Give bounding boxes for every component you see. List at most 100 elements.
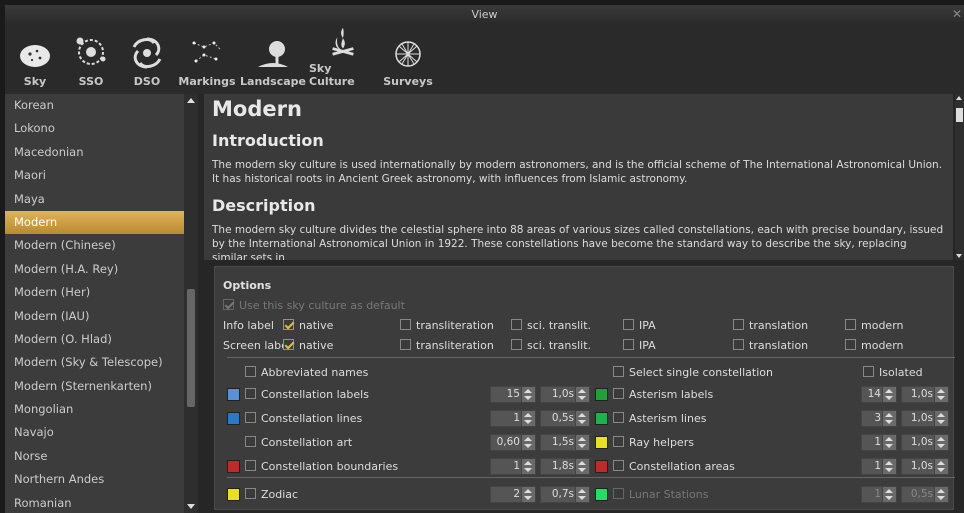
spin-down-icon[interactable] [524,420,532,424]
screen-label-modern-checkbox[interactable]: modern [845,337,904,355]
list-scrollbar[interactable] [184,94,198,513]
value-spinbox[interactable]: 0,60 [490,434,536,451]
checkbox[interactable] [623,339,634,350]
list-item[interactable]: Modern (Sky & Telescope) [5,351,184,374]
fade-spinbox[interactable]: 1,0s [901,434,949,451]
color-swatch[interactable] [227,388,240,401]
spin-up-icon[interactable] [885,413,893,417]
checkbox[interactable] [245,412,256,423]
color-swatch[interactable] [595,388,608,401]
use-default-checkbox[interactable]: Use this sky culture as default [223,297,405,315]
checkbox[interactable] [613,412,624,423]
spin-down-icon[interactable] [885,420,893,424]
spin-down-icon[interactable] [524,496,532,500]
spin-down-icon[interactable] [578,396,586,400]
screen-label-transliteration-checkbox[interactable]: transliteration [400,337,494,355]
fade-spinbox[interactable]: 0,5s [901,486,949,503]
close-icon[interactable]: ✕ [952,5,962,24]
checkbox[interactable] [511,319,522,330]
checkbox[interactable] [400,319,411,330]
spin-down-icon[interactable] [524,444,532,448]
list-item[interactable]: Romanian [5,492,184,513]
info-label-translation-checkbox[interactable]: translation [733,317,808,335]
option-checkbox[interactable]: Constellation areas [613,458,735,476]
spin-up-icon[interactable] [885,461,893,465]
description-scrollbar[interactable] [955,94,964,260]
scrollbar-thumb[interactable] [956,108,963,122]
value-spinbox[interactable]: 1 [490,410,536,427]
checkbox[interactable] [511,339,522,350]
tab-dso[interactable]: DSO [117,24,177,94]
spin-up-icon[interactable] [578,461,586,465]
info-label-ipa-checkbox[interactable]: IPA [623,317,656,335]
checkbox[interactable] [845,339,856,350]
info-label-transliteration-checkbox[interactable]: transliteration [400,317,494,335]
list-item[interactable]: Modern (IAU) [5,305,184,328]
list-item[interactable]: Mongolian [5,398,184,421]
spin-down-icon[interactable] [885,468,893,472]
spin-down-icon[interactable] [885,496,893,500]
color-swatch[interactable] [595,412,608,425]
checkbox[interactable] [613,366,624,377]
spin-up-icon[interactable] [578,389,586,393]
info-label-sci-translit--checkbox[interactable]: sci. translit. [511,317,591,335]
color-swatch[interactable] [227,488,240,501]
value-spinbox[interactable]: 1 [861,486,897,503]
fade-spinbox[interactable]: 1,0s [901,410,949,427]
checkbox[interactable] [613,436,624,447]
value-spinbox[interactable]: 14 [861,386,897,403]
option-checkbox[interactable]: Constellation lines [245,410,362,428]
checkbox[interactable] [733,319,744,330]
value-spinbox[interactable]: 1 [861,458,897,475]
option-checkbox[interactable]: Asterism labels [613,386,713,404]
checkbox[interactable] [283,339,294,350]
scroll-up-icon[interactable] [956,96,962,100]
color-swatch[interactable] [595,436,608,449]
list-item[interactable]: Modern [5,210,184,235]
color-swatch[interactable] [595,460,608,473]
spin-up-icon[interactable] [937,389,945,393]
checkbox[interactable] [613,488,624,499]
fade-spinbox[interactable]: 1,5s [540,434,590,451]
fade-spinbox[interactable]: 1,0s [901,386,949,403]
option-checkbox[interactable]: Constellation art [245,434,352,452]
spin-down-icon[interactable] [937,468,945,472]
list-item[interactable]: Norse [5,445,184,468]
spin-down-icon[interactable] [578,468,586,472]
list-item[interactable]: Lokono [5,117,184,140]
fade-spinbox[interactable]: 1,0s [901,458,949,475]
checkbox[interactable] [245,388,256,399]
list-item[interactable]: Modern (H.A. Rey) [5,258,184,281]
spin-up-icon[interactable] [524,389,532,393]
value-spinbox[interactable]: 2 [490,486,536,503]
value-spinbox[interactable]: 15 [490,386,536,403]
option-checkbox[interactable]: Constellation boundaries [245,458,398,476]
list-item[interactable]: Modern (Chinese) [5,234,184,257]
spin-down-icon[interactable] [578,496,586,500]
checkbox[interactable] [245,366,256,377]
spin-down-icon[interactable] [937,396,945,400]
checkbox[interactable] [733,339,744,350]
spin-down-icon[interactable] [578,444,586,448]
checkbox[interactable] [245,436,256,447]
checkbox[interactable] [845,319,856,330]
scroll-down-icon[interactable] [956,254,962,258]
spin-up-icon[interactable] [578,489,586,493]
checkbox[interactable] [613,388,624,399]
checkbox[interactable] [223,299,234,310]
spin-down-icon[interactable] [524,468,532,472]
option-checkbox[interactable]: Constellation labels [245,386,369,404]
fade-spinbox[interactable]: 0,5s [540,410,590,427]
tab-markings[interactable]: Markings [177,24,237,94]
value-spinbox[interactable]: 1 [490,458,536,475]
color-swatch[interactable] [595,488,608,501]
spin-down-icon[interactable] [937,444,945,448]
spin-down-icon[interactable] [885,444,893,448]
checkbox[interactable] [245,460,256,471]
color-swatch[interactable] [227,412,240,425]
spin-up-icon[interactable] [885,389,893,393]
screen-label-sci-translit--checkbox[interactable]: sci. translit. [511,337,591,355]
checkbox[interactable] [283,319,294,330]
spin-up-icon[interactable] [885,489,893,493]
checkbox[interactable] [613,460,624,471]
